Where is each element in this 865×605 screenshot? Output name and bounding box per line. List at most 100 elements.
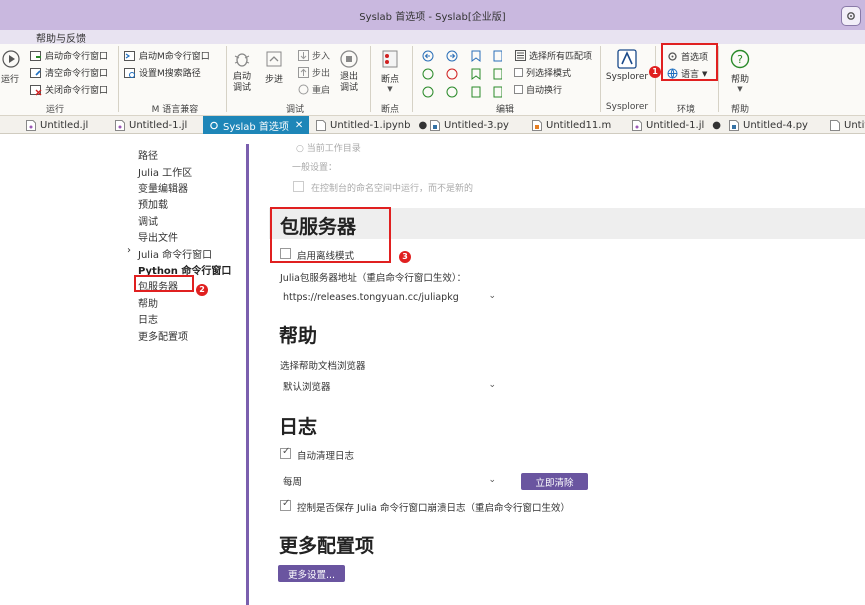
tab-label: Untitled-1.jl [646,119,705,131]
tab-label: Untitled11.m [546,119,612,131]
step-in-button[interactable]: 步入 [297,49,330,62]
help-heading: 帮助 [279,325,318,347]
settings-icon[interactable] [841,6,861,26]
save-crash-log-checkbox[interactable] [280,498,291,511]
breakpoint-label: 断点 [380,75,399,85]
chevron-down-icon: ⌄ [488,291,496,301]
edit-group-label: 编辑 [495,105,514,115]
auto-wrap-checkbox[interactable] [514,85,523,94]
nav-item-help[interactable]: 帮助 [138,295,158,310]
tab-label: Untitled-3.py [444,119,509,131]
annotation-badge-2: 2 [196,284,208,296]
breakpoint-button[interactable]: 断点 ▼ [376,48,404,93]
working-dir-option: ○ 当前工作目录 [296,144,361,154]
auto-clean-log-checkbox[interactable] [280,446,291,459]
column-select-toggle[interactable]: 列选择模式 [514,66,571,79]
nav-item-julia-cmd[interactable]: Julia 命令行窗口 [138,246,212,261]
menu-help-feedback[interactable]: 帮助与反馈 [36,30,86,45]
tab-untitled-3-py[interactable]: Untitled-3.py [430,116,509,134]
help-button[interactable]: ? 帮助 ▼ [726,48,754,93]
m-path-icon [124,67,136,79]
help-dropdown-icon: ▼ [737,85,743,93]
step-in-icon [297,50,309,62]
svg-text:?: ? [737,53,743,66]
sysplorer-label: Sysplorer [605,72,649,82]
clear-cmd-button[interactable]: 清空命令行窗口 [30,66,108,79]
tab-untitled11-m[interactable]: Untitled11.m [532,116,611,134]
log-interval-select[interactable]: 每周 ⌄ [278,472,502,490]
restart-button[interactable]: 重启 [297,83,330,96]
nav-item-debug[interactable]: 调试 [138,213,158,228]
step-out-button[interactable]: 步出 [297,66,330,79]
close-cmd-button[interactable]: 关闭命令行窗口 [30,83,108,96]
column-select-checkbox[interactable] [514,68,523,77]
tab-untit-truncated[interactable]: Untit [830,116,865,134]
step-out-label: 步出 [312,69,331,79]
tab-syslab-preferences[interactable]: Syslab 首选项 ✕ [203,116,310,134]
editor-tab-bar: Untitled.jl Untitled-1.jl Syslab 首选项 ✕ U… [0,116,865,134]
set-m-path-button[interactable]: 设置M搜索路径 [124,66,201,79]
exit-debug-button[interactable]: 退出 调试 [337,48,361,94]
group-separator [412,46,413,112]
close-tab-icon[interactable]: ✕ [295,120,303,131]
nav-item-export[interactable]: 导出文件 [138,229,178,244]
exit-debug-label: 退出 调试 [339,72,358,93]
tab-untitled-jl[interactable]: Untitled.jl [26,116,88,134]
m-file-icon [532,119,542,131]
clear-now-button[interactable]: 立即清除 [521,473,588,490]
tab-untitled-1-ipynb[interactable]: Untitled-1.ipynb ● [316,116,427,134]
start-m-cmd-button[interactable]: 启动M命令行窗口 [124,49,210,62]
restart-icon [297,84,309,96]
nav-item-path[interactable]: 路径 [138,147,158,162]
save-crash-log-label: 控制是否保存 Julia 命令行窗口崩溃日志（重启命令行窗口生效） [297,503,570,514]
python-file-icon [729,119,739,131]
select-all-matches-button[interactable]: 选择所有匹配项 [514,49,592,62]
pkg-server-address-select[interactable]: https://releases.tongyuan.cc/juliapkg ⌄ [278,288,502,306]
preferences-nav [0,134,248,605]
unsaved-dot-icon: ● [712,119,721,131]
sysplorer-button[interactable]: Sysplorer [604,48,650,82]
window-title: Syslab 首选项 - Syslab[企业版] [359,12,506,23]
pkg-server-address-label: Julia包服务器地址（重启命令行窗口生效）： [280,273,467,284]
annotation-box-2 [134,275,194,292]
unsaved-dot-icon: ● [418,119,428,131]
nav-item-more[interactable]: 更多配置项 [138,328,188,343]
help-group-label: 帮助 [730,105,749,115]
start-cmd-label: 启动命令行窗口 [45,52,109,62]
group-separator [118,46,119,112]
terminal-close-icon [30,84,42,96]
start-cmd-button[interactable]: 启动命令行窗口 [30,49,108,62]
chevron-down-icon: ⌄ [488,380,496,390]
general-settings-label: 一般设置： [292,163,338,173]
step-button[interactable]: 步进 [262,48,286,85]
tab-untitled-1-jl[interactable]: Untitled-1.jl [115,116,187,134]
auto-wrap-toggle[interactable]: 自动换行 [514,83,562,96]
restart-label: 重启 [312,86,331,96]
annotation-badge-3: 3 [399,251,411,263]
nav-item-julia-workspace[interactable]: Julia 工作区 [138,164,192,179]
nav-expand-icon[interactable]: › [127,245,131,256]
terminal-start-icon [30,50,42,62]
unnamed-ns-checkbox[interactable] [293,181,304,192]
tab-untitled-4-py[interactable]: Untitled-4.py [729,116,808,134]
column-select-label: 列选择模式 [526,69,572,79]
group-separator [600,46,601,112]
nav-item-log[interactable]: 日志 [138,311,158,326]
menu-bar: 帮助与反馈 [0,30,865,45]
nav-item-preload[interactable]: 预加载 [138,196,168,211]
nav-item-variable-editor[interactable]: 变量编辑器 [138,180,188,195]
annotation-badge-1: 1 [649,66,661,78]
help-browser-select[interactable]: 默认浏览器 ⌄ [278,377,502,395]
run-button[interactable]: 运行 [0,48,20,85]
tab-label: Untitled-1.jl [129,119,188,131]
group-separator [718,46,719,112]
start-m-label: 启动M命令行窗口 [139,52,210,62]
run-label: 运行 [0,75,19,85]
gear-icon [209,120,219,131]
sysplorer-group-label: Sysplorer [605,102,649,112]
step-in-label: 步入 [312,52,331,62]
tab-untitled-1-jl-2[interactable]: Untitled-1.jl ● [632,116,721,134]
more-config-heading: 更多配置项 [279,535,375,557]
start-debug-button[interactable]: 启动 调试 [230,48,254,94]
more-settings-button[interactable]: 更多设置... [278,565,345,582]
